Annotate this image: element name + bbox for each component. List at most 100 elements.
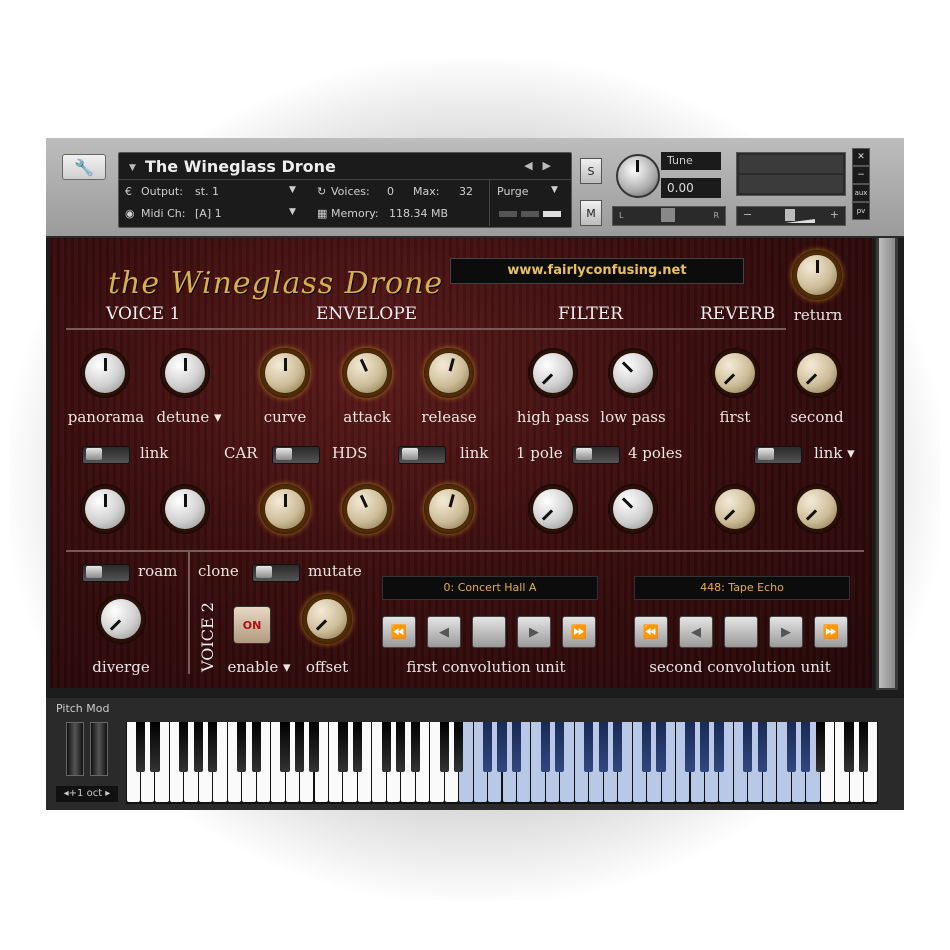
black-key[interactable]: [511, 722, 522, 772]
roam-toggle[interactable]: [82, 564, 130, 582]
black-key[interactable]: [193, 722, 203, 772]
black-key[interactable]: [482, 722, 493, 772]
low-pass-2-knob[interactable]: [608, 484, 658, 534]
first-next-button[interactable]: ▶: [517, 616, 551, 648]
solo-button[interactable]: S: [580, 158, 602, 184]
enable-label[interactable]: enable ▾: [224, 658, 294, 676]
purge-button[interactable]: Purge: [497, 185, 529, 198]
minimize-icon[interactable]: −: [852, 166, 870, 184]
release-2-knob[interactable]: [424, 484, 474, 534]
reverb-first-knob[interactable]: [710, 348, 760, 398]
plus-icon[interactable]: +: [830, 208, 839, 221]
black-key[interactable]: [338, 722, 348, 772]
volume-handle[interactable]: [785, 209, 795, 221]
black-key[interactable]: [251, 722, 261, 772]
preset-nav-arrows-icon[interactable]: ◀▶: [524, 159, 561, 172]
first-rewind-button[interactable]: ⏪: [382, 616, 416, 648]
aux-button[interactable]: aux: [852, 184, 870, 202]
reverb-first-2-knob[interactable]: [710, 484, 760, 534]
black-key[interactable]: [598, 722, 608, 772]
pan-slider[interactable]: L R: [612, 206, 726, 226]
black-key[interactable]: [801, 722, 811, 772]
high-pass-2-knob[interactable]: [528, 484, 578, 534]
reverb-link-toggle[interactable]: [754, 446, 802, 464]
black-key[interactable]: [294, 722, 305, 772]
black-key[interactable]: [396, 722, 406, 772]
volume-slider[interactable]: − +: [736, 206, 846, 226]
black-key[interactable]: [584, 722, 594, 772]
black-key[interactable]: [613, 722, 623, 772]
scrollbar[interactable]: [876, 238, 898, 690]
black-key[interactable]: [685, 722, 695, 772]
reverb-second-2-knob[interactable]: [792, 484, 842, 534]
reverb-second-knob[interactable]: [792, 348, 842, 398]
black-key[interactable]: [453, 722, 464, 772]
black-key[interactable]: [699, 722, 710, 772]
black-key[interactable]: [150, 722, 160, 772]
black-key[interactable]: [309, 722, 319, 772]
second-stop-button[interactable]: [724, 616, 758, 648]
low-pass-knob[interactable]: [608, 348, 658, 398]
filter-poles-toggle[interactable]: [572, 446, 620, 464]
second-next-button[interactable]: ▶: [769, 616, 803, 648]
black-key[interactable]: [352, 722, 362, 772]
panorama-2-knob[interactable]: [80, 484, 130, 534]
minus-icon[interactable]: −: [743, 208, 752, 221]
first-forward-button[interactable]: ⏩: [562, 616, 596, 648]
tune-knob[interactable]: [616, 154, 660, 198]
attack-knob[interactable]: [342, 348, 392, 398]
diverge-knob[interactable]: [96, 594, 146, 644]
detune-label[interactable]: detune ▾: [152, 408, 226, 426]
high-pass-knob[interactable]: [528, 348, 578, 398]
black-key[interactable]: [439, 722, 449, 772]
black-key[interactable]: [757, 722, 767, 772]
second-forward-button[interactable]: ⏩: [814, 616, 848, 648]
panorama-knob[interactable]: [80, 348, 130, 398]
curve-2-knob[interactable]: [260, 484, 310, 534]
clone-mutate-toggle[interactable]: [252, 564, 300, 582]
instrument-name[interactable]: The Wineglass Drone: [145, 157, 336, 176]
octave-selector[interactable]: ◂+1 oct ▸: [56, 786, 118, 802]
black-key[interactable]: [410, 722, 420, 772]
black-key[interactable]: [280, 722, 290, 772]
black-key[interactable]: [844, 722, 854, 772]
voice-link-toggle[interactable]: [82, 446, 130, 464]
wrench-icon[interactable]: 🔧: [62, 154, 106, 180]
output-dropdown-icon[interactable]: ▼: [289, 185, 296, 195]
mute-button[interactable]: M: [580, 200, 602, 226]
black-key[interactable]: [743, 722, 753, 772]
attack-2-knob[interactable]: [342, 484, 392, 534]
black-key[interactable]: [641, 722, 652, 772]
close-icon[interactable]: ✕: [852, 148, 870, 166]
detune-2-knob[interactable]: [160, 484, 210, 534]
return-knob[interactable]: [792, 250, 842, 300]
offset-knob[interactable]: [302, 594, 352, 644]
black-key[interactable]: [714, 722, 724, 772]
scrollbar-thumb[interactable]: [879, 238, 895, 688]
pitch-wheel[interactable]: [66, 722, 84, 776]
midi-channel-value[interactable]: [A] 1: [195, 207, 222, 220]
envelope-link-toggle[interactable]: [398, 446, 446, 464]
black-key[interactable]: [656, 722, 666, 772]
reverb-link-label[interactable]: link ▾: [814, 444, 855, 462]
black-key[interactable]: [786, 722, 796, 772]
black-key[interactable]: [237, 722, 247, 772]
pan-handle[interactable]: [661, 208, 675, 222]
enable-on-button[interactable]: ON: [233, 606, 271, 644]
first-prev-button[interactable]: ◀: [427, 616, 461, 648]
black-key[interactable]: [815, 722, 825, 772]
midi-dropdown-icon[interactable]: ▼: [289, 207, 296, 217]
black-key[interactable]: [497, 722, 507, 772]
piano-keyboard[interactable]: [126, 722, 878, 804]
car-hds-toggle[interactable]: [272, 446, 320, 464]
black-key[interactable]: [381, 722, 391, 772]
purge-dropdown-icon[interactable]: ▼: [551, 185, 558, 195]
release-knob[interactable]: [424, 348, 474, 398]
black-key[interactable]: [208, 722, 218, 772]
second-prev-button[interactable]: ◀: [679, 616, 713, 648]
max-voices-value[interactable]: 32: [459, 185, 473, 198]
detune-knob[interactable]: [160, 348, 210, 398]
black-key[interactable]: [858, 722, 869, 772]
second-rewind-button[interactable]: ⏪: [634, 616, 668, 648]
curve-knob[interactable]: [260, 348, 310, 398]
